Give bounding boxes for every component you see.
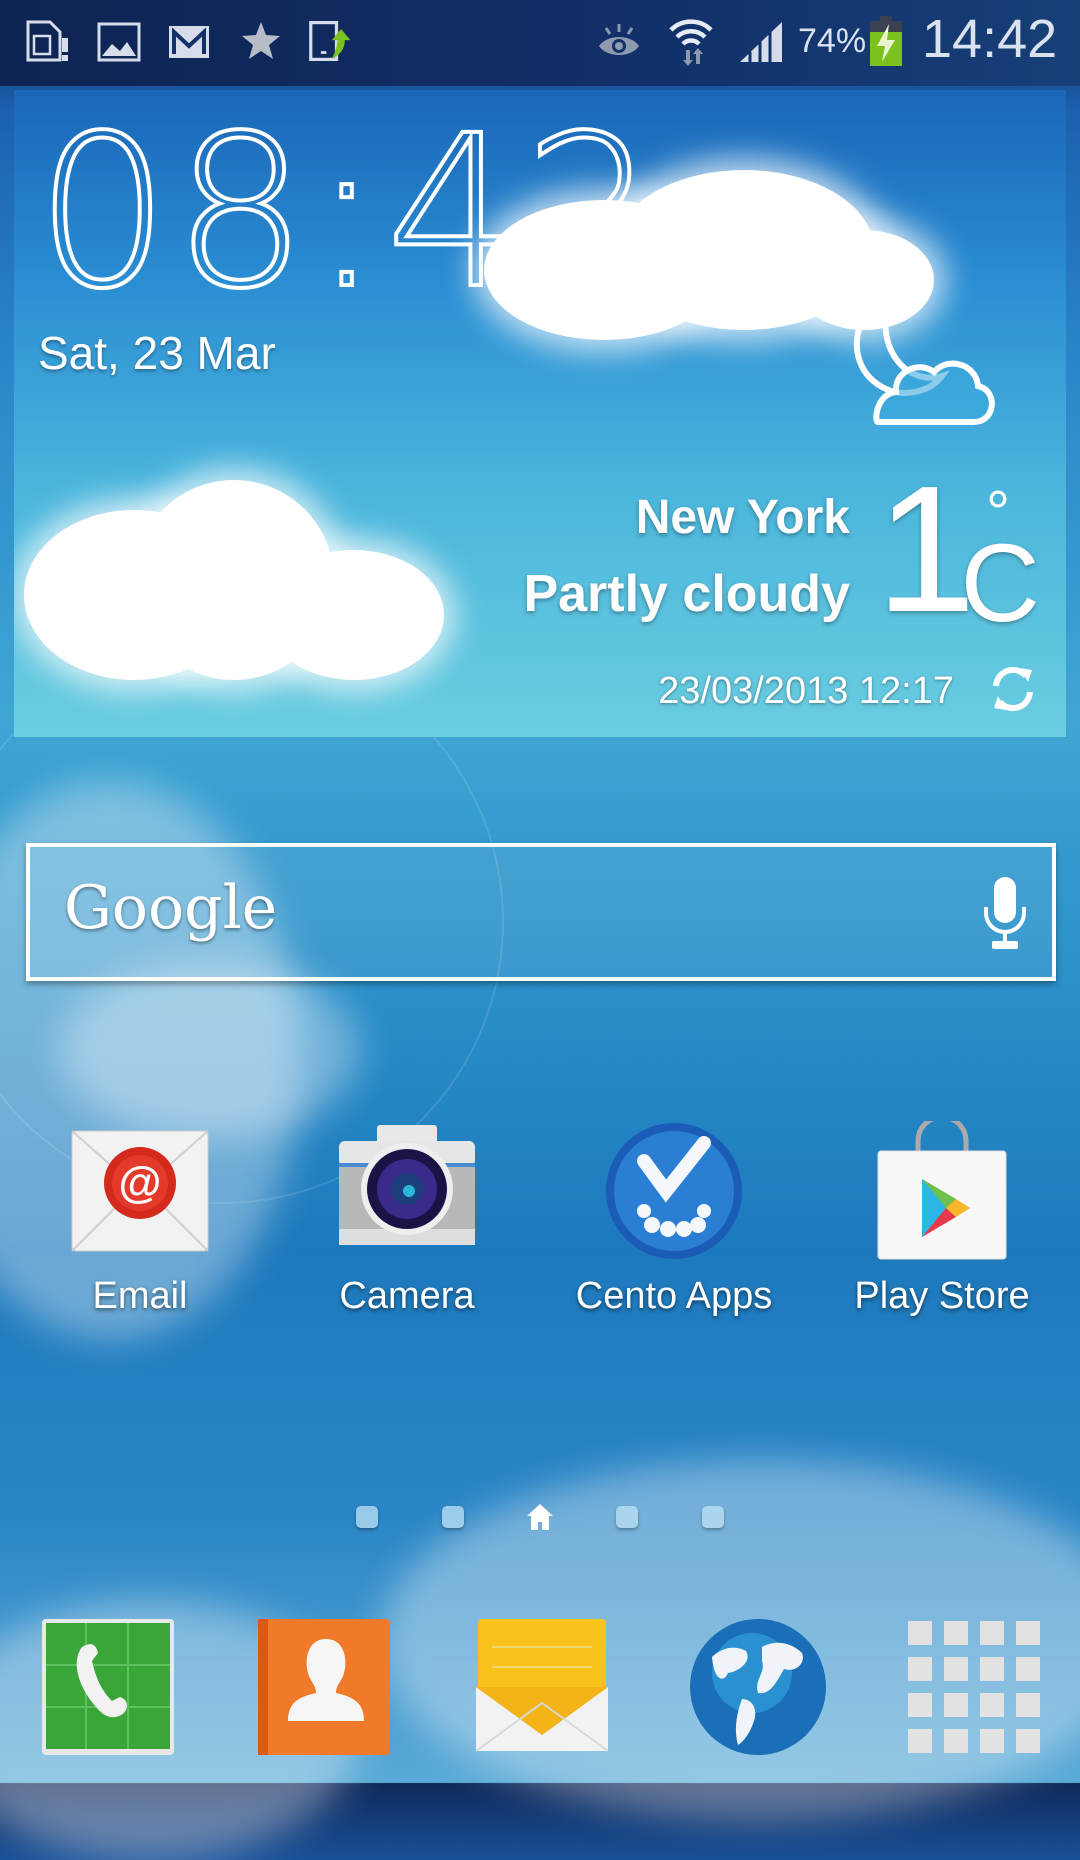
dock-phone[interactable] [40,1617,180,1757]
widget-cloud-bottom [264,550,444,680]
dock-contacts[interactable] [256,1617,396,1757]
phone-icon [42,1619,174,1755]
contacts-icon [258,1619,390,1755]
app-label: Email [92,1275,188,1317]
email-icon: @ [71,1130,209,1252]
app-label: Cento Apps [575,1275,773,1317]
weather-condition: Partly cloudy [523,565,850,623]
widget-clock[interactable]: 08:42 [34,106,661,320]
app-drawer-icon [908,1621,1040,1753]
gmail-icon [166,18,212,64]
moon-cloud-icon [853,290,995,425]
microphone-icon[interactable] [982,877,1028,953]
internet-globe-icon [690,1619,826,1755]
messages-icon [475,1619,609,1752]
wifi-data-icon [668,18,714,66]
dock-messages[interactable] [472,1617,612,1757]
status-time: 14:42 [922,9,1058,69]
dock-app-drawer[interactable] [904,1617,1044,1757]
svg-text:@: @ [119,1158,162,1207]
app-email[interactable]: @ Email [20,1115,260,1335]
weather-updated-time: 23/03/2013 12:17 [658,670,954,712]
camera-icon [339,1125,475,1245]
page-dot[interactable] [702,1506,724,1528]
page-dot[interactable] [442,1506,464,1528]
star-icon [238,18,284,64]
temperature-unit: C [960,522,1040,645]
weather-widget[interactable]: 08:42 Sat, 23 Mar New York Partly cloudy… [14,90,1066,737]
app-cento-apps[interactable]: Cento Apps [554,1115,794,1335]
smart-stay-eye-icon [596,18,642,64]
cento-apps-icon [606,1123,742,1259]
google-search-bar[interactable]: Google [26,843,1056,981]
play-store-icon [877,1121,1007,1260]
page-dot[interactable] [616,1506,638,1528]
page-indicator[interactable] [0,1502,1080,1532]
page-dot[interactable] [356,1506,378,1528]
app-label: Camera [339,1275,475,1317]
widget-date: Sat, 23 Mar [38,327,276,379]
google-logo[interactable]: Google [64,873,277,943]
dock-internet[interactable] [688,1617,828,1757]
phone-transfer-icon [308,18,354,64]
battery-charging-icon [866,16,906,66]
weather-city: New York [635,491,850,544]
home-icon[interactable] [525,1502,555,1532]
status-bar[interactable]: 74% 14:42 [0,0,1080,86]
sim-card-alert-icon [24,18,70,64]
app-camera[interactable]: Camera [287,1115,527,1335]
signal-strength-icon [738,18,784,64]
gallery-icon [96,18,142,64]
app-label: Play Store [854,1275,1030,1317]
refresh-icon[interactable] [986,662,1040,716]
app-play-store[interactable]: Play Store [822,1115,1062,1335]
battery-percent: 74% [798,22,867,60]
wallpaper-cloud [60,960,360,1140]
